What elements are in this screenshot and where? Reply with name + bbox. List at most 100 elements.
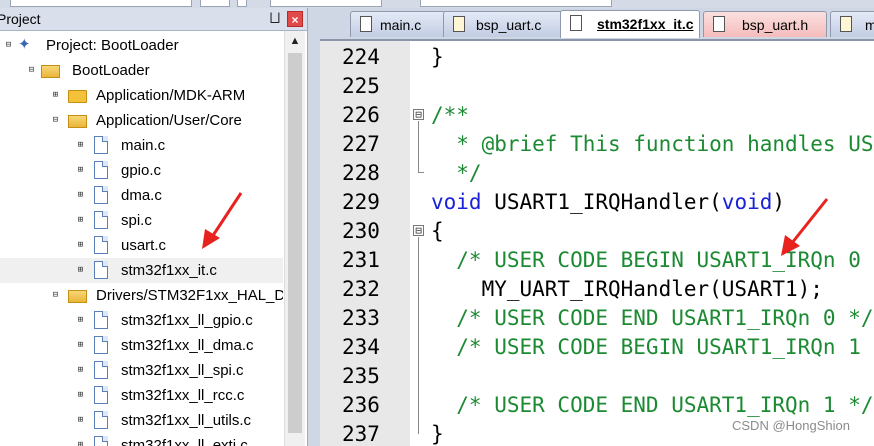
code-line[interactable]: 227 * @brief This function handles USART… — [320, 130, 874, 159]
comment-token: /** — [431, 103, 469, 127]
panel-splitter[interactable] — [308, 8, 320, 446]
code-line[interactable]: 224} — [320, 43, 874, 72]
tree-item[interactable]: ⊞ stm32f1xx_ll_utils.c — [0, 408, 283, 433]
expand-icon[interactable]: ⊞ — [76, 241, 85, 250]
tree-item[interactable]: ⊞ stm32f1xx_ll_gpio.c — [0, 308, 283, 333]
project-tree: ⊟ ✦ Project: BootLoader ⊟ BootLoader ⊞ Applica… — [0, 31, 283, 446]
scroll-thumb[interactable] — [288, 53, 302, 433]
project-scrollbar[interactable]: ▲ — [284, 31, 305, 446]
keyword-token: void — [431, 190, 482, 214]
code-text: /* USER CODE END USART1_IRQn 0 */ — [431, 304, 873, 333]
fold-guide — [418, 121, 419, 173]
tree-item[interactable]: ⊞ stm32f1xx_ll_spi.c — [0, 358, 283, 383]
line-number: 225 — [342, 74, 380, 98]
code-text: { — [431, 217, 444, 246]
fold-toggle-icon[interactable]: ⊟ — [413, 109, 424, 120]
expand-icon[interactable]: ⊞ — [76, 266, 85, 275]
file-icon — [570, 15, 582, 31]
pin-icon[interactable]: ⨆ — [268, 10, 282, 26]
line-number: 231 — [342, 248, 380, 272]
project-panel: Project ⨆ × ⊟ ✦ Project: BootLoader ⊟ BootLo… — [0, 8, 308, 446]
toolbar-field[interactable] — [10, 0, 192, 7]
expand-icon[interactable]: ⊞ — [76, 416, 85, 425]
tree-item[interactable]: ⊟ ✦ Project: BootLoader — [0, 33, 283, 58]
tree-item[interactable]: ⊟ Application/User/Core — [0, 108, 283, 133]
comment-token: /* USER CODE BEGIN USART1_IRQn 1 */ — [431, 335, 874, 359]
tree-item[interactable]: ⊞ stm32f1xx_ll_exti.c — [0, 433, 283, 446]
toolbar-field[interactable] — [237, 0, 247, 7]
code-text: /* USER CODE BEGIN USART1_IRQn 0 */ — [431, 246, 874, 275]
watermark: CSDN @HongShion — [732, 418, 850, 433]
code-line[interactable]: 226 ⊟ /** — [320, 101, 874, 130]
code-text: MY_UART_IRQHandler(USART1); — [431, 275, 823, 304]
tree-item[interactable]: ⊞ Application/MDK-ARM — [0, 83, 283, 108]
tree-item[interactable]: ⊞ stm32f1xx_ll_rcc.c — [0, 383, 283, 408]
tree-item-label: Drivers/STM32F1xx_HAL_Drive — [96, 287, 283, 304]
scroll-up-icon[interactable]: ▲ — [285, 31, 305, 51]
expand-icon[interactable]: ⊞ — [76, 191, 85, 200]
editor-tab[interactable]: stm32f1xx_it.c — [560, 10, 700, 38]
expand-icon[interactable]: ⊞ — [76, 341, 85, 350]
code-line[interactable]: 234 /* USER CODE BEGIN USART1_IRQn 1 */ — [320, 333, 874, 362]
tree-item[interactable]: ⊞ stm32f1xx_it.c — [0, 258, 283, 283]
collapse-icon[interactable]: ⊟ — [4, 41, 13, 50]
editor-tab-label: main.c — [380, 17, 422, 33]
tree-item-label: Application/MDK-ARM — [96, 87, 246, 104]
expand-icon[interactable]: ⊞ — [76, 316, 85, 325]
tree-item[interactable]: ⊞ usart.c — [0, 233, 283, 258]
code-token: } — [431, 45, 444, 69]
tree-item-label: BootLoader — [72, 62, 150, 79]
collapse-icon[interactable]: ⊟ — [27, 66, 36, 75]
file-icon — [94, 411, 108, 429]
code-line[interactable]: 229 void USART1_IRQHandler(void) — [320, 188, 874, 217]
code-text: /* USER CODE END USART1_IRQn 1 */ — [431, 391, 874, 420]
expand-icon[interactable]: ⊞ — [76, 166, 85, 175]
expand-icon[interactable]: ⊞ — [76, 366, 85, 375]
code-editor[interactable]: 224} 225 226 ⊟/** 227 * @brief This function… — [320, 39, 874, 446]
tree-item-label: stm32f1xx_ll_gpio.c — [121, 312, 253, 329]
code-line[interactable]: 225 — [320, 72, 874, 101]
tree-item-label: Project: BootLoader — [46, 37, 179, 54]
tree-item[interactable]: ⊞ stm32f1xx_ll_dma.c — [0, 333, 283, 358]
fold-guide — [418, 237, 419, 434]
expand-icon[interactable]: ⊞ — [76, 391, 85, 400]
tree-item[interactable]: ⊟ Drivers/STM32F1xx_HAL_Drive — [0, 283, 283, 308]
code-line[interactable]: 236 /* USER CODE END USART1_IRQn 1 */ — [320, 391, 874, 420]
code-line[interactable]: 233 /* USER CODE END USART1_IRQn 0 */ — [320, 304, 874, 333]
tree-item-label: stm32f1xx_ll_exti.c — [121, 437, 248, 446]
editor-tab[interactable]: main.c — [350, 11, 446, 37]
toolbar-field[interactable] — [420, 0, 612, 7]
tree-item[interactable]: ⊞ spi.c — [0, 208, 283, 233]
tree-item-label: main.c — [121, 137, 166, 154]
tree-item[interactable]: ⊞ dma.c — [0, 183, 283, 208]
code-line[interactable]: 235 — [320, 362, 874, 391]
editor-tab-label: stm32f1xx_it.c — [597, 16, 694, 32]
comment-token: /* USER CODE END USART1_IRQn 1 */ — [431, 393, 874, 417]
collapse-icon[interactable]: ⊟ — [51, 116, 60, 125]
file-icon — [360, 16, 372, 32]
expand-icon[interactable]: ⊞ — [76, 441, 85, 446]
expand-icon[interactable]: ⊞ — [51, 91, 60, 100]
close-panel-button[interactable]: × — [287, 11, 303, 27]
folder-open-icon — [68, 290, 87, 303]
code-line[interactable]: 231 /* USER CODE BEGIN USART1_IRQn 0 */ — [320, 246, 874, 275]
code-line[interactable]: 230 ⊟ { — [320, 217, 874, 246]
editor-tab[interactable]: m — [830, 11, 874, 37]
tree-item[interactable]: ⊞ main.c — [0, 133, 283, 158]
toolbar-field[interactable] — [200, 0, 230, 7]
file-icon — [94, 136, 108, 154]
expand-icon[interactable]: ⊞ — [76, 216, 85, 225]
code-line[interactable]: 232 MY_UART_IRQHandler(USART1); — [320, 275, 874, 304]
line-number: 236 — [342, 393, 380, 417]
code-line[interactable]: 228 */ — [320, 159, 874, 188]
collapse-icon[interactable]: ⊟ — [51, 291, 60, 300]
toolbar-field[interactable] — [270, 0, 382, 7]
tree-item[interactable]: ⊞ gpio.c — [0, 158, 283, 183]
tree-item[interactable]: ⊟ BootLoader — [0, 58, 283, 83]
editor-tab[interactable]: bsp_uart.c — [443, 11, 565, 37]
fold-toggle-icon[interactable]: ⊟ — [413, 225, 424, 236]
code-text: * @brief This function handles USART1 gl… — [431, 130, 874, 159]
editor-tab[interactable]: bsp_uart.h — [703, 11, 827, 37]
folder-open-icon — [68, 115, 87, 128]
expand-icon[interactable]: ⊞ — [76, 141, 85, 150]
